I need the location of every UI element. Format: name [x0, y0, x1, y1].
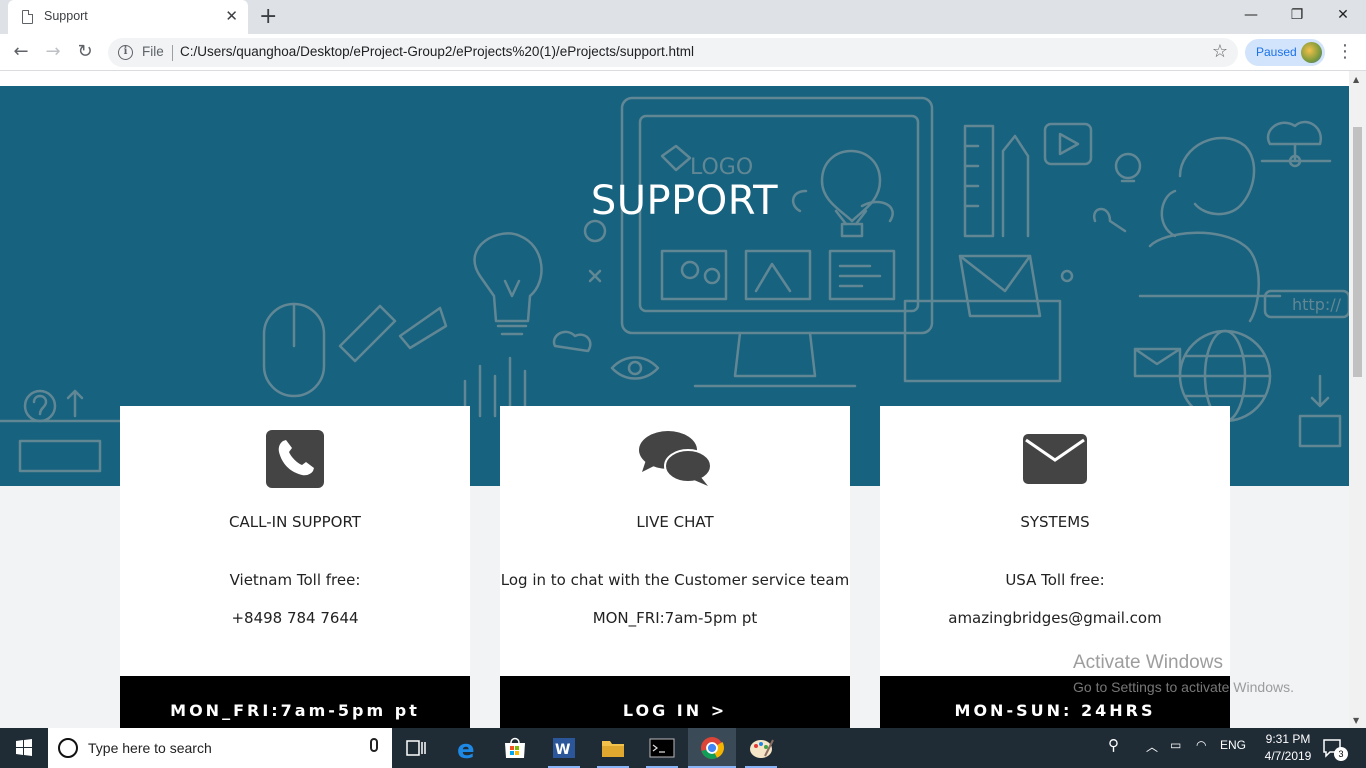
scroll-up-arrow-icon[interactable]: ▲ — [1353, 75, 1359, 84]
card-line2: +8498 784 7644 — [231, 609, 359, 627]
taskbar: Type here to search e W ⚲ ︿ ▭ ◠ ENG 9:31… — [0, 728, 1366, 768]
action-center-icon[interactable]: 3 — [1322, 738, 1348, 761]
windows-logo-icon — [16, 739, 32, 756]
svg-text:W: W — [555, 742, 570, 758]
card-line1: Log in to chat with the Customer service… — [500, 571, 850, 589]
clock-time: 9:31 PM — [1265, 732, 1311, 746]
support-card-live-chat: LIVE CHAT Log in to chat with the Custom… — [500, 406, 850, 728]
card-heading: CALL-IN SUPPORT — [229, 513, 361, 531]
browser-tab-strip: Support ✕ + — ❐ ✕ — [0, 0, 1366, 34]
call-hours-button[interactable]: MON_FRI:7am-5pm pt — [120, 676, 470, 728]
card-line2: MON_FRI:7am-5pm pt — [592, 609, 758, 627]
edge-browser-icon[interactable]: e — [443, 728, 491, 768]
watermark-subtitle: Go to Settings to activate Windows. — [1073, 679, 1294, 695]
card-line2[interactable]: amazingbridges@gmail.com — [880, 609, 1230, 627]
svg-text:http://: http:// — [1292, 295, 1342, 314]
support-card-call-in: CALL-IN SUPPORT Vietnam Toll free: +8498… — [120, 406, 470, 728]
card-heading: SYSTEMS — [1020, 513, 1090, 531]
envelope-icon — [1023, 434, 1087, 484]
log-in-button[interactable]: LOG IN > — [500, 676, 850, 728]
terminal-icon[interactable] — [638, 728, 686, 768]
back-icon[interactable]: ← — [8, 40, 34, 66]
page-title: SUPPORT — [590, 178, 779, 224]
tray-chevron-icon[interactable]: ︿ — [1146, 738, 1158, 755]
language-indicator[interactable]: ENG — [1220, 738, 1246, 752]
svg-text:e: e — [457, 735, 475, 765]
people-icon[interactable]: ⚲ — [1108, 736, 1119, 754]
page-icon — [22, 10, 33, 24]
profile-button[interactable]: Paused — [1245, 39, 1325, 66]
close-window-button[interactable]: ✕ — [1320, 0, 1366, 30]
scroll-down-arrow-icon[interactable]: ▼ — [1353, 716, 1359, 725]
browser-tab[interactable]: Support ✕ — [8, 0, 248, 34]
address-bar[interactable]: i File C:/Users/quanghoa/Desktop/eProjec… — [108, 38, 1238, 67]
wifi-icon[interactable]: ◠ — [1196, 738, 1206, 752]
restore-button[interactable]: ❐ — [1274, 0, 1320, 30]
site-info-icon[interactable]: i — [118, 45, 133, 60]
svg-text:LOGO: LOGO — [690, 155, 753, 180]
watermark-title: Activate Windows — [1073, 652, 1223, 673]
tab-title: Support — [44, 9, 88, 23]
microphone-icon[interactable] — [370, 738, 378, 752]
phone-icon — [266, 430, 324, 488]
forward-icon[interactable]: → — [40, 40, 66, 66]
clock-date: 4/7/2019 — [1264, 749, 1312, 763]
bookmark-star-icon[interactable]: ☆ — [1212, 41, 1228, 62]
word-icon[interactable]: W — [540, 728, 588, 768]
chat-icon — [639, 431, 712, 486]
tab-close-icon[interactable]: ✕ — [225, 8, 238, 24]
new-tab-button[interactable]: + — [259, 3, 277, 31]
minimize-button[interactable]: — — [1228, 0, 1274, 30]
avatar — [1301, 42, 1322, 63]
taskbar-search[interactable]: Type here to search — [48, 728, 392, 768]
cortana-icon — [58, 738, 78, 758]
scrollbar-thumb[interactable] — [1353, 127, 1362, 377]
card-line1: Vietnam Toll free: — [229, 571, 361, 589]
battery-icon[interactable]: ▭ — [1170, 738, 1181, 752]
card-heading: LIVE CHAT — [636, 513, 714, 531]
page-viewport: LOGO http:// SUPPORT CALL-IN SUPPORT Vie… — [0, 71, 1349, 728]
paint-icon[interactable] — [737, 728, 785, 768]
address-scheme: File — [142, 44, 164, 59]
task-view-icon[interactable] — [392, 728, 440, 768]
start-button[interactable] — [0, 728, 48, 768]
address-url[interactable]: C:/Users/quanghoa/Desktop/eProject-Group… — [180, 44, 694, 59]
page-scrollbar[interactable]: ▲ ▼ — [1349, 71, 1366, 728]
file-explorer-icon[interactable] — [589, 728, 637, 768]
address-separator — [172, 45, 173, 61]
browser-toolbar: ← → ↻ i File C:/Users/quanghoa/Desktop/e… — [0, 34, 1366, 71]
menu-kebab-icon[interactable]: ⋮ — [1336, 42, 1354, 62]
activate-windows-watermark: Activate Windows Go to Settings to activ… — [1073, 652, 1294, 695]
card-line1: USA Toll free: — [1005, 571, 1105, 589]
header-strip — [0, 71, 1349, 86]
chrome-icon[interactable] — [688, 728, 736, 768]
reload-icon[interactable]: ↻ — [72, 40, 98, 66]
notification-badge: 3 — [1334, 747, 1348, 761]
search-placeholder: Type here to search — [88, 740, 212, 756]
clock[interactable]: 9:31 PM 4/7/2019 — [1258, 731, 1318, 765]
profile-status: Paused — [1256, 45, 1297, 59]
store-icon[interactable] — [491, 728, 539, 768]
